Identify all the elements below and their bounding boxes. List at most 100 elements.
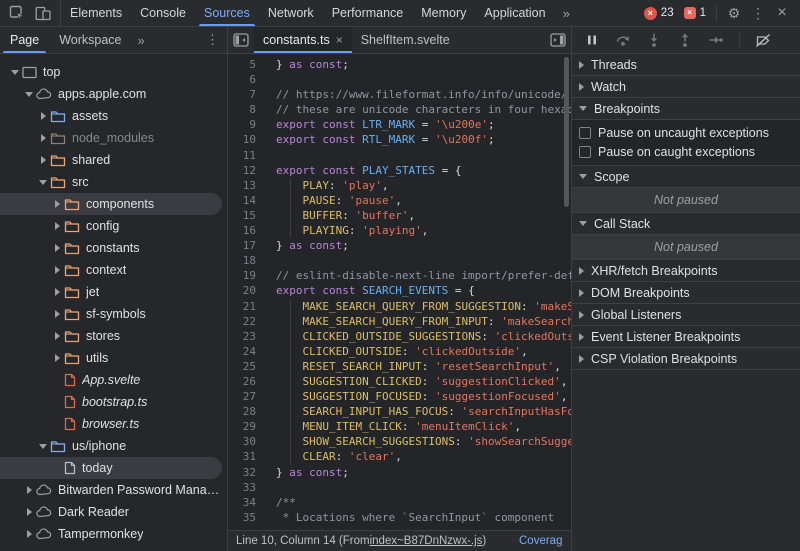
disclosure-right-icon[interactable]: [22, 486, 36, 494]
line-number[interactable]: 17: [228, 238, 266, 253]
line-number[interactable]: 28: [228, 404, 266, 419]
tab-page[interactable]: Page: [0, 27, 49, 53]
tree-item-stores[interactable]: stores: [0, 325, 222, 347]
tree-item-context[interactable]: context: [0, 259, 222, 281]
tree-item-bootstrap-ts[interactable]: bootstrap.ts: [0, 391, 222, 413]
disclosure-right-icon[interactable]: [50, 222, 64, 230]
line-number[interactable]: 20: [228, 283, 266, 298]
code-text[interactable]: [266, 253, 571, 268]
disclosure-down-icon[interactable]: [8, 69, 22, 75]
tree-item-us-iphone[interactable]: us/iphone: [0, 435, 222, 457]
code-text[interactable]: PLAYING: 'playing',: [266, 223, 571, 239]
code-text[interactable]: * Locations where `SearchInput` componen…: [266, 510, 571, 525]
code-text[interactable]: /**: [266, 495, 571, 510]
tree-item-tampermonkey[interactable]: Tampermonkey: [0, 523, 222, 545]
tab-application[interactable]: Application: [475, 0, 554, 26]
disclosure-right-icon[interactable]: [22, 508, 36, 516]
tree-item-sf-symbols[interactable]: sf-symbols: [0, 303, 222, 325]
tree-item-app-svelte[interactable]: App.svelte: [0, 369, 222, 391]
section-dom-breakpoints[interactable]: DOM Breakpoints: [572, 282, 800, 304]
line-number[interactable]: 19: [228, 268, 266, 283]
tree-item-assets[interactable]: assets: [0, 105, 222, 127]
checkbox-pause-on-caught-exceptions[interactable]: Pause on caught exceptions: [572, 142, 800, 161]
line-number[interactable]: 15: [228, 208, 266, 223]
code-text[interactable]: SHOW_SEARCH_SUGGESTIONS: 'showSearchSugg…: [266, 434, 571, 450]
step-out-icon[interactable]: [677, 32, 693, 48]
close-tab-icon[interactable]: ×: [336, 33, 343, 47]
code-text[interactable]: CLICKED_OUTSIDE: 'clickedOutside',: [266, 343, 571, 359]
line-number[interactable]: 25: [228, 359, 266, 374]
pause-icon[interactable]: [584, 32, 600, 48]
line-number[interactable]: 35: [228, 510, 266, 525]
disclosure-down-icon[interactable]: [36, 179, 50, 185]
disclosure-right-icon[interactable]: [50, 332, 64, 340]
code-text[interactable]: SUGGESTION_CLICKED: 'suggestionClicked',: [266, 373, 571, 390]
section-threads[interactable]: Threads: [572, 54, 800, 76]
line-number[interactable]: 9: [228, 117, 266, 132]
code-text[interactable]: [266, 148, 571, 163]
line-number[interactable]: 23: [228, 329, 266, 344]
deactivate-breakpoints-icon[interactable]: [755, 32, 771, 48]
tree-item-browser-ts[interactable]: browser.ts: [0, 413, 222, 435]
step-into-icon[interactable]: [646, 32, 662, 48]
disclosure-right-icon[interactable]: [22, 530, 36, 538]
disclosure-right-icon[interactable]: [50, 310, 64, 318]
line-number[interactable]: 8: [228, 102, 266, 117]
line-number[interactable]: 11: [228, 148, 266, 163]
disclosure-down-icon[interactable]: [22, 91, 36, 97]
disclosure-right-icon[interactable]: [50, 288, 64, 296]
tree-item-utils[interactable]: utils: [0, 347, 222, 369]
file-tab-constants-ts[interactable]: constants.ts ×: [254, 27, 352, 53]
tab-workspace[interactable]: Workspace: [49, 27, 131, 53]
tree-item-dark-reader[interactable]: Dark Reader: [0, 501, 222, 523]
show-debugger-sidebar-icon[interactable]: [545, 27, 571, 53]
code-text[interactable]: SEARCH_INPUT_HAS_FOCUS: 'searchInputHasF…: [266, 404, 571, 420]
disclosure-right-icon[interactable]: [36, 134, 50, 142]
code-text[interactable]: CLEAR: 'clear',: [266, 449, 571, 465]
tab-elements[interactable]: Elements: [61, 0, 131, 26]
code-text[interactable]: // eslint-disable-next-line import/prefe…: [266, 268, 571, 283]
hide-navigator-icon[interactable]: [228, 27, 254, 53]
checkbox-icon[interactable]: [579, 145, 591, 158]
code-text[interactable]: MAKE_SEARCH_QUERY_FROM_INPUT: 'makeSearc…: [266, 313, 571, 329]
issues-badge[interactable]: × 1: [679, 7, 711, 19]
tab-memory[interactable]: Memory: [412, 0, 475, 26]
code-text[interactable]: PLAY: 'play',: [266, 177, 571, 193]
code-text[interactable]: [266, 72, 571, 87]
tree-item-today[interactable]: today: [0, 457, 222, 479]
line-number[interactable]: 22: [228, 314, 266, 329]
tab-performance[interactable]: Performance: [323, 0, 413, 26]
settings-gear-icon[interactable]: ⚙: [722, 5, 746, 22]
code-text[interactable]: } as const;: [266, 238, 571, 253]
section-watch[interactable]: Watch: [572, 76, 800, 98]
disclosure-right-icon[interactable]: [50, 266, 64, 274]
more-panels-chevron[interactable]: »: [555, 0, 578, 26]
line-number[interactable]: 27: [228, 389, 266, 404]
code-text[interactable]: MAKE_SEARCH_QUERY_FROM_SUGGESTION: 'make…: [266, 298, 571, 314]
coverage-link[interactable]: Coverage: [519, 535, 563, 547]
code-text[interactable]: // these are unicode characters in four …: [266, 102, 571, 117]
line-number[interactable]: 32: [228, 465, 266, 480]
line-number[interactable]: 34: [228, 495, 266, 510]
tree-item-components[interactable]: components: [0, 193, 222, 215]
file-tab-shelfitem-svelte[interactable]: ShelfItem.svelte: [352, 27, 459, 53]
line-number[interactable]: 26: [228, 374, 266, 389]
tree-item-shared[interactable]: shared: [0, 149, 222, 171]
line-number[interactable]: 7: [228, 87, 266, 102]
line-number[interactable]: 14: [228, 193, 266, 208]
disclosure-right-icon[interactable]: [50, 200, 64, 208]
section-breakpoints[interactable]: Breakpoints: [572, 98, 800, 120]
line-number[interactable]: 18: [228, 253, 266, 268]
line-number[interactable]: 10: [228, 132, 266, 147]
tab-sources[interactable]: Sources: [195, 0, 259, 26]
line-number[interactable]: 5: [228, 57, 266, 72]
device-toolbar-icon[interactable]: [30, 0, 56, 26]
code-text[interactable]: export const RTL_MARK = '\u200f';: [266, 132, 571, 147]
code-area[interactable]: 5} as const; 6 7// https://www.fileformat.…: [228, 54, 571, 530]
step-over-icon[interactable]: [615, 32, 631, 48]
line-number[interactable]: 12: [228, 163, 266, 178]
code-text[interactable]: export const PLAY_STATES = {: [266, 163, 571, 178]
close-devtools-icon[interactable]: ×: [770, 4, 794, 22]
code-text[interactable]: MENU_ITEM_CLICK: 'menuItemClick',: [266, 419, 571, 435]
tree-item-bitwarden-password-manager[interactable]: Bitwarden Password Manager: [0, 479, 222, 501]
